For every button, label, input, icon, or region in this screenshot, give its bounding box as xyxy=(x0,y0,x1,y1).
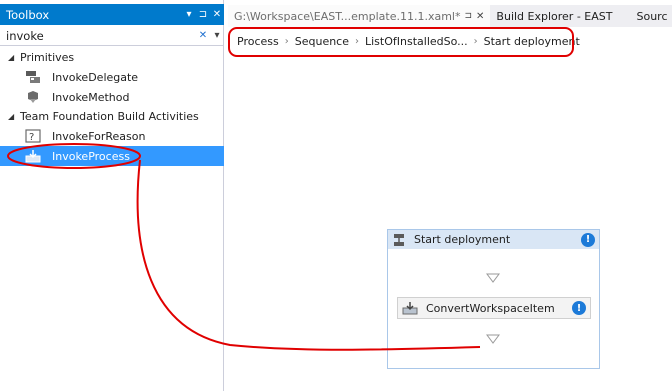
tab-template-xaml[interactable]: G:\Workspace\EAST...emplate.11.1.xaml* ⊐… xyxy=(228,5,491,27)
breadcrumb-item-sequence[interactable]: Sequence xyxy=(295,35,349,48)
category-label: Team Foundation Build Activities xyxy=(20,110,199,123)
document-tab-bar: G:\Workspace\EAST...emplate.11.1.xaml* ⊐… xyxy=(228,5,672,27)
start-deployment-activity[interactable]: Start deployment ! ConvertWorkspaceItem … xyxy=(387,229,600,369)
process-icon xyxy=(402,301,418,315)
breadcrumb-separator-icon: › xyxy=(355,35,359,47)
toolbox-header: Toolbox ▾ ⊐ ✕ xyxy=(0,4,224,25)
child-activity-title: ConvertWorkspaceItem xyxy=(426,301,555,315)
toolbox-search-box[interactable]: invoke ✕ ▾ xyxy=(0,26,224,46)
pin-icon[interactable]: ⊐ xyxy=(464,11,472,21)
drop-target-arrow-icon[interactable] xyxy=(486,273,500,283)
toolbox-tree: ◢ Primitives InvokeDelegate InvokeMethod… xyxy=(0,48,224,166)
validation-warning-icon[interactable]: ! xyxy=(581,232,595,247)
convert-workspace-item-activity[interactable]: ConvertWorkspaceItem ! xyxy=(397,297,591,319)
item-label: InvokeProcess xyxy=(52,149,130,163)
item-label: InvokeDelegate xyxy=(52,70,139,84)
breadcrumb-item-process[interactable]: Process xyxy=(237,35,279,48)
method-icon xyxy=(24,89,42,105)
breadcrumb-item-listofinstalled[interactable]: ListOfInstalledSo... xyxy=(365,35,468,48)
activity-title: Start deployment xyxy=(414,233,511,246)
delegate-icon xyxy=(24,69,42,85)
tab-label: Sourc xyxy=(636,9,668,23)
collapse-triangle-icon[interactable]: ◢ xyxy=(8,112,20,121)
drop-target-arrow-icon[interactable] xyxy=(486,334,500,344)
toolbox-panel: Toolbox ▾ ⊐ ✕ invoke ✕ ▾ ◢ Primitives In… xyxy=(0,0,224,391)
category-primitives[interactable]: ◢ Primitives xyxy=(0,48,224,67)
search-input[interactable]: invoke xyxy=(6,29,196,43)
category-label: Primitives xyxy=(20,51,75,64)
breadcrumb-item-start-deployment[interactable]: Start deployment xyxy=(484,35,580,48)
pin-icon[interactable]: ⊐ xyxy=(196,9,210,20)
reason-icon: ? xyxy=(24,128,42,144)
clear-search-icon[interactable]: ✕ xyxy=(196,30,210,41)
category-team-foundation-build-activities[interactable]: ◢ Team Foundation Build Activities xyxy=(0,107,224,126)
process-icon xyxy=(24,148,42,164)
toolbox-item-invokeprocess[interactable]: InvokeProcess xyxy=(0,146,224,166)
close-tab-icon[interactable]: ✕ xyxy=(476,11,484,22)
svg-text:?: ? xyxy=(29,132,34,143)
collapse-triangle-icon[interactable]: ◢ xyxy=(8,53,20,62)
toolbox-item-invokemethod[interactable]: InvokeMethod xyxy=(0,87,224,107)
breadcrumb-separator-icon: › xyxy=(473,35,478,47)
toolbox-item-invokedelegate[interactable]: InvokeDelegate xyxy=(0,67,224,87)
item-label: InvokeForReason xyxy=(52,129,146,143)
toolbox-item-invokeforreason[interactable]: ? InvokeForReason xyxy=(0,126,224,146)
item-label: InvokeMethod xyxy=(52,90,130,104)
close-icon[interactable]: ✕ xyxy=(210,9,224,20)
tab-label: Build Explorer - EAST xyxy=(496,9,613,23)
tab-source[interactable]: Sourc xyxy=(630,5,672,27)
breadcrumb-separator-icon: › xyxy=(284,35,289,47)
search-dropdown-icon[interactable]: ▾ xyxy=(210,30,224,41)
tab-build-explorer[interactable]: Build Explorer - EAST xyxy=(490,5,618,27)
toolbox-title: Toolbox xyxy=(6,7,50,22)
tab-label: G:\Workspace\EAST...emplate.11.1.xaml* xyxy=(234,9,461,23)
activity-header[interactable]: Start deployment ! xyxy=(388,230,599,249)
validation-warning-icon[interactable]: ! xyxy=(572,301,586,315)
breadcrumb: Process › Sequence › ListOfInstalledSo..… xyxy=(228,27,672,55)
dropdown-arrow-icon[interactable]: ▾ xyxy=(182,9,196,20)
sequence-icon xyxy=(392,233,408,247)
